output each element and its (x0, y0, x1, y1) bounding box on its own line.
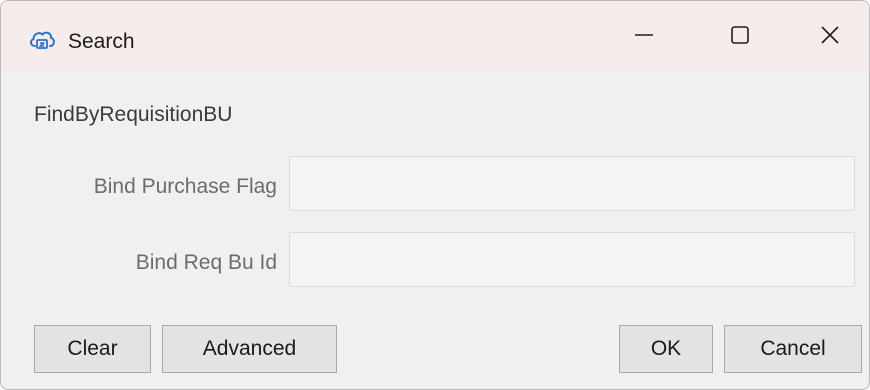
query-name-label: FindByRequisitionBU (34, 103, 233, 126)
advanced-button[interactable]: Advanced (162, 325, 337, 373)
cancel-button[interactable]: Cancel (724, 325, 862, 373)
window-title: Search (68, 30, 135, 53)
bind-req-bu-id-input[interactable] (289, 232, 855, 287)
close-button[interactable] (791, 1, 869, 73)
search-dialog: Search FindByRequisitionBU Bind Purchase… (0, 0, 870, 390)
close-icon (819, 24, 841, 51)
bind-purchase-flag-label: Bind Purchase Flag (93, 175, 277, 198)
cloud-search-icon (28, 28, 56, 54)
title-bar[interactable]: Search (1, 1, 869, 73)
minimize-button[interactable] (599, 1, 689, 73)
minimize-icon (633, 24, 655, 51)
bind-req-bu-id-label: Bind Req Bu Id (135, 251, 277, 274)
bind-purchase-flag-input[interactable] (289, 156, 855, 211)
clear-button[interactable]: Clear (34, 325, 151, 373)
maximize-icon (729, 24, 751, 51)
maximize-button[interactable] (695, 1, 785, 73)
ok-button[interactable]: OK (619, 325, 713, 373)
